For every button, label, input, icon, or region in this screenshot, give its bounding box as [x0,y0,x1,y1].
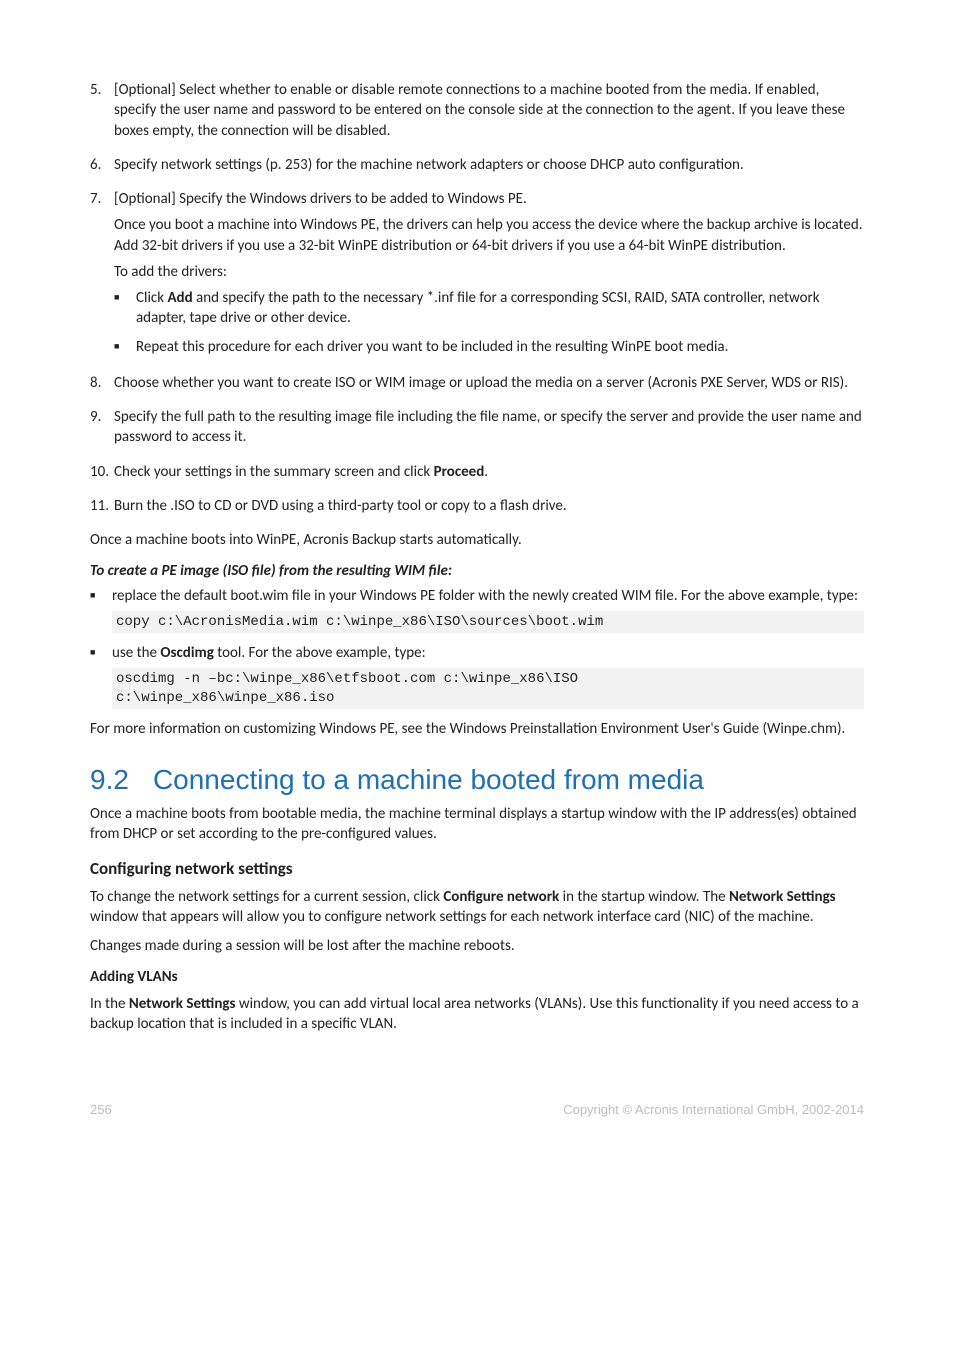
item-text: Specify the full path to the resulting i… [114,407,864,448]
text-fragment: and specify the path to the necessary *.… [136,289,820,327]
heading-3: Configuring network settings [90,858,864,879]
bold-text: Network Settings [729,888,836,906]
paragraph: To change the network settings for a cur… [90,887,864,928]
text-fragment: . [484,463,488,481]
section-title: Connecting to a machine booted from medi… [153,764,704,795]
section-heading: 9.2 Connecting to a machine booted from m… [90,764,864,796]
list-item-8: 8. Choose whether you want to create ISO… [90,373,864,399]
bullet-list: replace the default boot.wim file in you… [90,586,864,709]
item-text: [Optional] Select whether to enable or d… [114,80,864,141]
item-text: Choose whether you want to create ISO or… [114,373,864,393]
item-paragraph: To add the drivers: [114,262,864,282]
text-fragment: tool. For the above example, type: [214,644,426,662]
text-fragment: window that appears will allow you to co… [90,908,814,926]
item-number: 7. [90,189,114,359]
list-item-7: 7. [Optional] Specify the Windows driver… [90,189,864,365]
item-number: 9. [90,407,114,448]
paragraph: For more information on customizing Wind… [90,719,864,739]
bold-text: Configure network [443,888,559,906]
bullet-text: use the Oscdimg tool. For the above exam… [112,643,864,663]
text-fragment: in the startup window. The [559,888,729,906]
item-text: Check your settings in the summary scree… [114,462,864,482]
text-fragment: To change the network settings for a cur… [90,888,443,906]
sub-bullet-list: Click Add and specify the path to the ne… [114,288,864,357]
item-number: 6. [90,155,114,175]
bullet-item: replace the default boot.wim file in you… [112,586,864,633]
item-number: 8. [90,373,114,393]
bullet-item: use the Oscdimg tool. For the above exam… [112,643,864,709]
item-paragraph: Once you boot a machine into Windows PE,… [114,215,864,256]
section-number: 9.2 [90,764,129,795]
list-item-6: 6. Specify network settings (p. 253) for… [90,155,864,181]
copyright-text: Copyright © Acronis International GmbH, … [563,1102,864,1117]
text-fragment: Check your settings in the summary scree… [114,463,434,481]
sub-heading: To create a PE image (ISO file) from the… [90,562,864,580]
list-item-5: 5. [Optional] Select whether to enable o… [90,80,864,147]
bullet-text: replace the default boot.wim file in you… [112,586,864,606]
numbered-list: 5. [Optional] Select whether to enable o… [90,80,864,522]
bold-text: Network Settings [129,995,236,1013]
item-number: 10. [90,462,114,482]
list-item-10: 10. Check your settings in the summary s… [90,462,864,488]
paragraph: Once a machine boots into WinPE, Acronis… [90,530,864,550]
item-text: Burn the .ISO to CD or DVD using a third… [114,496,864,516]
sub-bullet-item: Click Add and specify the path to the ne… [136,288,864,329]
paragraph: In the Network Settings window, you can … [90,994,864,1035]
page-number: 256 [90,1102,112,1117]
item-number: 5. [90,80,114,141]
bold-text: Proceed [434,463,485,481]
text-fragment: Click [136,289,167,307]
bold-text: Oscdimg [160,644,213,662]
code-line: c:\winpe_x86\winpe_x86.iso [116,689,860,708]
paragraph: Changes made during a session will be lo… [90,936,864,956]
item-number: 11. [90,496,114,516]
code-block: oscdimg -n –bc:\winpe_x86\etfsboot.com c… [112,668,864,710]
bold-text: Add [167,289,192,307]
item-content: [Optional] Specify the Windows drivers t… [114,189,864,365]
list-item-11: 11. Burn the .ISO to CD or DVD using a t… [90,496,864,522]
item-text: [Optional] Specify the Windows drivers t… [114,189,864,209]
list-item-9: 9. Specify the full path to the resultin… [90,407,864,454]
page-footer: 256 Copyright © Acronis International Gm… [0,1082,954,1147]
text-fragment: use the [112,644,160,662]
code-line: oscdimg -n –bc:\winpe_x86\etfsboot.com c… [116,670,860,689]
text-fragment: In the [90,995,129,1013]
sub-bullet-item: Repeat this procedure for each driver yo… [136,337,864,357]
paragraph: Once a machine boots from bootable media… [90,804,864,845]
code-block: copy c:\AcronisMedia.wim c:\winpe_x86\IS… [112,611,864,634]
item-text: Specify network settings (p. 253) for th… [114,155,864,175]
heading-4: Adding VLANs [90,968,864,986]
